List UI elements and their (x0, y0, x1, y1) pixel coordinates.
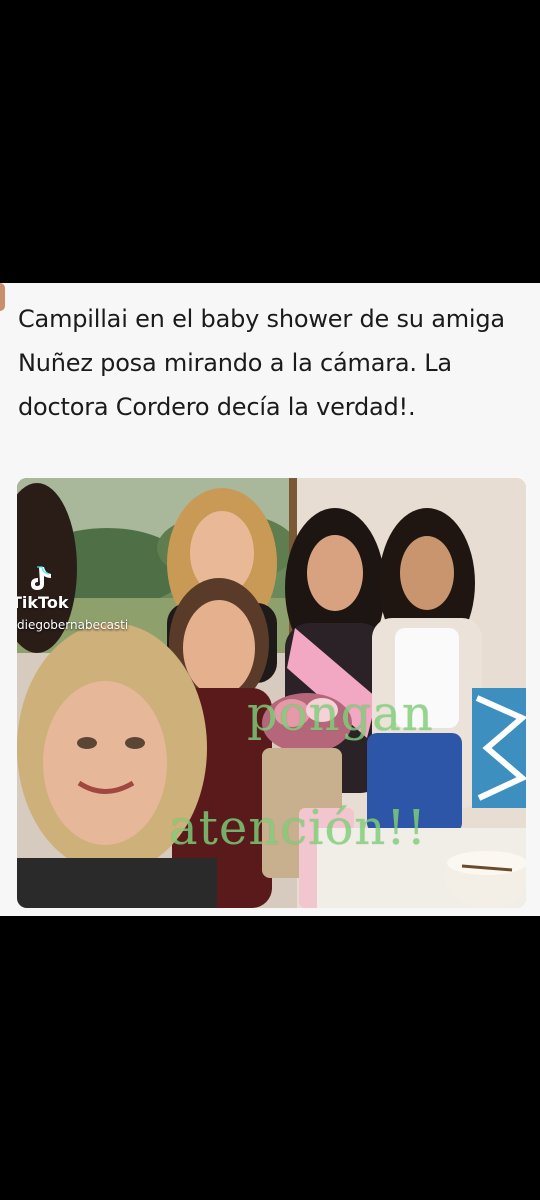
tiktok-logo-icon (31, 566, 51, 590)
overlay-text-line1: pongan (247, 686, 434, 742)
tiktok-username: diegobernabecasti (17, 618, 129, 632)
post-card: Campillai en el baby shower de su amiga … (0, 283, 540, 916)
screen: Campillai en el baby shower de su amiga … (0, 0, 540, 1200)
post-photo[interactable]: TikTok diegobernabecasti pongan atención… (17, 478, 526, 908)
post-caption: Campillai en el baby shower de su amiga … (18, 305, 505, 421)
tiktok-brand-label: TikTok (17, 593, 69, 612)
overlay-text-line2: atención!! (169, 800, 427, 856)
card-edge-accent (0, 283, 5, 311)
